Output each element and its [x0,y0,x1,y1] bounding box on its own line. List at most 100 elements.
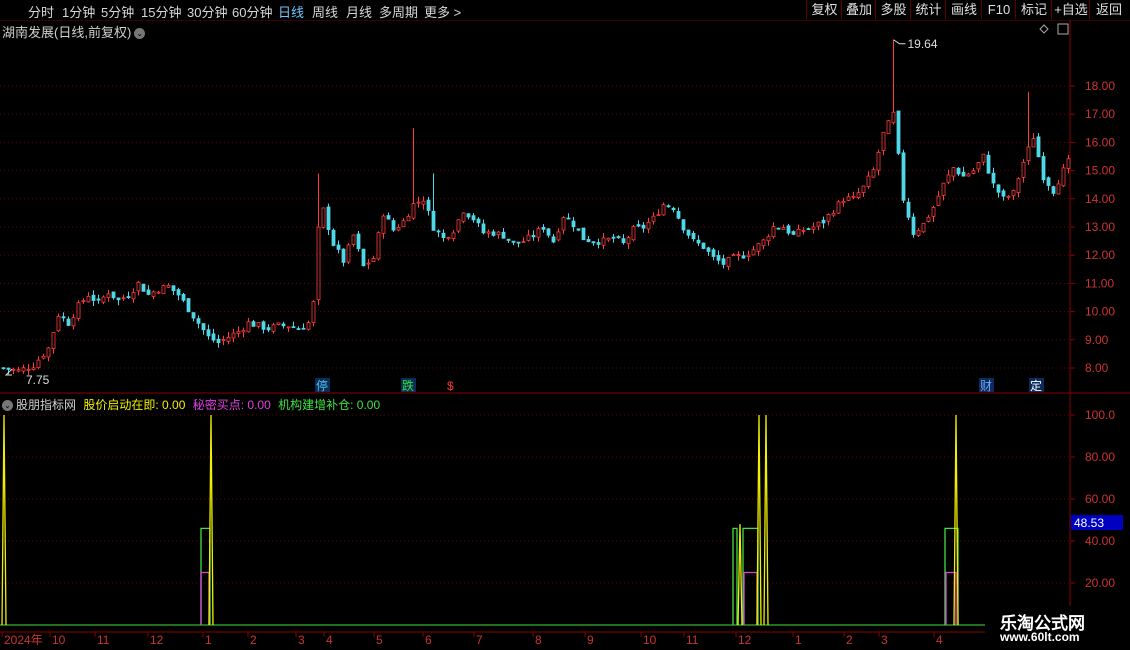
candle-body [601,237,606,246]
candle-body [851,195,856,198]
candle-body [191,312,196,319]
candle-body [786,225,791,234]
candle-body [636,224,641,227]
candle-body [871,169,876,178]
candle-body [961,171,966,177]
candle-body [676,211,681,219]
candle-body [561,217,566,231]
buy-signal [743,571,758,625]
candle-body [576,228,581,231]
time-tick-label: 2 [846,633,853,647]
candle-body [16,369,21,372]
candle-body [736,254,741,256]
candle-body [26,368,31,371]
candle-body [981,153,986,163]
candle-body [646,221,651,230]
candle-body [366,262,371,265]
candle-body [716,255,721,261]
candle-body [161,285,166,295]
candle-body [321,207,326,228]
candle-body [456,219,461,232]
price-tick-label: 15.00 [1085,164,1115,178]
candle-body [426,199,431,211]
candle-body [556,231,561,241]
high-price-label: 19.64 [908,37,938,51]
time-tick-label: 5 [376,633,383,647]
start-signal [1,414,7,626]
candle-body [841,200,846,204]
candle-body [661,204,666,216]
candle-body [521,241,526,244]
candle-body [31,367,36,370]
candle-body [1026,146,1031,162]
candle-body [1056,183,1061,195]
time-tick-label: 8 [535,633,542,647]
candle-body [196,318,201,324]
event-marker: $ [447,379,454,393]
candle-body [211,333,216,341]
indicator-tick-label: 100.0 [1085,408,1115,422]
price-tick-label: 14.00 [1085,192,1115,206]
candle-body [471,215,476,221]
price-tick-label: 10.00 [1085,305,1115,319]
candle-body [101,296,106,303]
candle-body [421,200,426,205]
candle-body [681,219,686,231]
candle-body [491,231,496,236]
price-tick-label: 12.00 [1085,248,1115,262]
candle-body [256,322,261,327]
candle-body [416,201,421,204]
candle-body [171,285,176,292]
series-label-start: 股价启动在即: 0.00 [83,398,186,412]
candle-body [1031,138,1036,148]
candle-body [131,291,136,300]
event-marker: 停 [316,378,328,393]
candle-body [396,227,401,231]
candle-body [1021,161,1026,178]
candle-body [546,228,551,236]
candle-body [781,227,786,230]
indicator-name[interactable]: 股朋指标网 [16,398,76,412]
candle-body [106,293,111,298]
candle-body [21,367,26,372]
candle-body [946,174,951,183]
candle-body [811,226,816,230]
candle-body [76,302,81,319]
candle-body [611,236,616,239]
candle-body [846,196,851,201]
candle-body [361,248,366,267]
time-tick-label: 2 [250,633,257,647]
candle-body [451,232,456,239]
candle-body [921,222,926,233]
candle-body [206,329,211,337]
candle-body [466,213,471,218]
candle-body [411,203,416,219]
candle-body [536,228,541,238]
candle-body [436,230,441,233]
candle-body [381,215,386,234]
time-tick-label: 12 [738,633,752,647]
indicator-header: ⌄ 股朋指标网 股价启动在即: 0.00 秘密买点: 0.00 机构建增补仓: 0… [2,396,384,413]
candle-body [861,185,866,193]
candle-body [656,214,661,217]
candle-body [126,296,131,298]
candle-body [406,216,411,222]
candle-body [271,324,276,332]
candle-body [306,322,311,330]
candle-body [66,318,71,326]
event-marker: 财 [980,379,992,393]
stock-chart[interactable]: 18.0017.0016.0015.0014.0013.0012.0011.00… [0,0,1130,650]
candle-body [901,152,906,201]
candle-body [876,151,881,171]
candle-body [266,327,271,331]
candle-body [866,175,871,187]
candle-body [531,235,536,238]
candle-body [176,289,181,296]
candle-body [711,249,716,257]
candle-body [146,289,151,295]
candle-body [1051,186,1056,194]
candle-body [446,237,451,240]
candle-body [151,291,156,297]
candle-body [341,248,346,263]
chevron-down-icon[interactable]: ⌄ [2,400,13,412]
